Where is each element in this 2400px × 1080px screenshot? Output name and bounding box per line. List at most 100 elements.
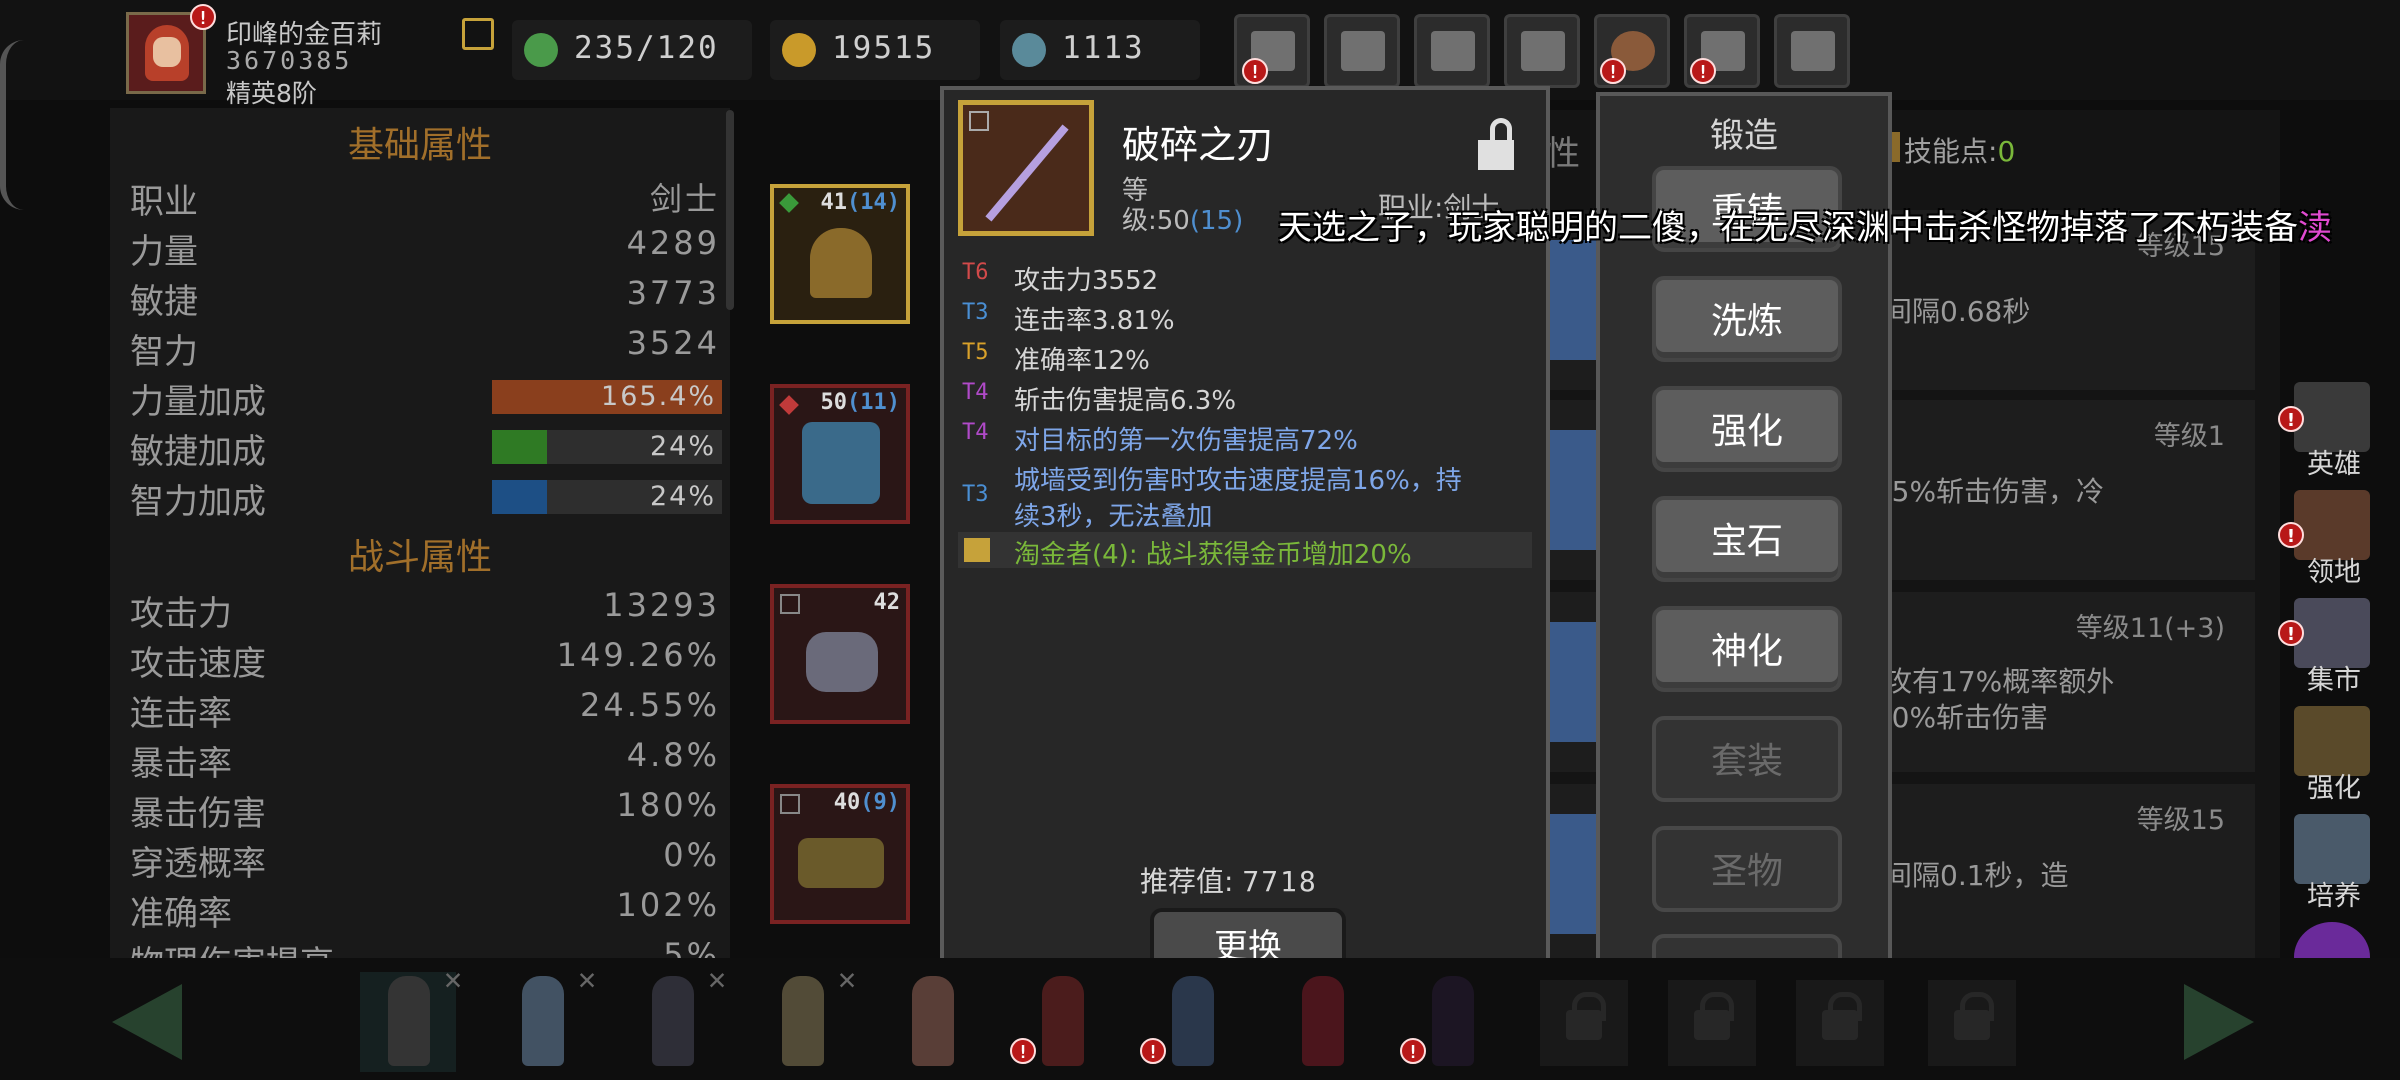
attr-label: 连击率	[130, 694, 232, 734]
stat-text: 城墙受到伤害时攻击速度提高16%，持	[1014, 466, 1462, 496]
attr-label: 穿透概率	[130, 844, 266, 884]
attr-row: 物理伤害提高 5%	[130, 936, 720, 960]
hero-portrait[interactable]	[884, 972, 980, 1072]
lightning-icon	[524, 33, 558, 67]
combat-attributes-title: 战斗属性	[347, 537, 492, 578]
attr-value: 3524	[626, 324, 720, 362]
bonus-label: 智力加成	[130, 482, 266, 522]
attribute-panel: 基础属性 职业 剑士 力量 4289 敏捷 3773 智力 3524 力量加成 …	[110, 108, 730, 960]
locked-hero-slot[interactable]	[1540, 980, 1628, 1066]
attr-label: 攻击力	[130, 594, 232, 634]
remove-hero-icon[interactable]: ✕	[578, 962, 596, 997]
slot-level: 42	[873, 590, 901, 615]
stat-text: 攻击力3552	[1014, 266, 1159, 296]
nav-hero[interactable]: 英雄 !	[2278, 378, 2386, 482]
boots-slot[interactable]: 40(9)	[770, 784, 910, 924]
attr-value: 180%	[616, 786, 720, 824]
mail-button[interactable]	[1324, 14, 1400, 88]
hero-portrait[interactable]: ✕	[624, 962, 726, 1072]
skill-level: 等级1	[2153, 421, 2225, 452]
next-page-arrow-icon[interactable]	[2184, 984, 2254, 1060]
locked-hero-slot[interactable]	[1796, 980, 1884, 1066]
bonus-value: 24%	[649, 431, 716, 462]
gem-icon	[1012, 33, 1046, 67]
attr-value: 3773	[626, 274, 720, 312]
bonus-row: 敏捷加成 24%	[130, 424, 722, 472]
nav-market[interactable]: 集市 !	[2278, 594, 2386, 698]
item-icon-frame	[958, 100, 1094, 236]
book-icon	[964, 538, 990, 562]
attr-value: 5%	[663, 936, 720, 960]
hero-alert-badge: !	[1400, 1038, 1426, 1064]
stat-text: 准确率12%	[1014, 346, 1150, 376]
stat-tier: T3	[962, 300, 989, 325]
bonus-bar: 24%	[492, 430, 722, 464]
bonus-bar-fill	[492, 430, 548, 464]
attr-value: 24.55%	[579, 686, 720, 724]
avatar-alert-badge: !	[190, 4, 216, 30]
bonus-bar: 24%	[492, 480, 722, 514]
armor-slot[interactable]: 50(11)	[770, 384, 910, 524]
attr-value: 13293	[603, 586, 720, 624]
remove-hero-icon[interactable]: ✕	[838, 962, 856, 997]
skills-tab[interactable]: 性	[1546, 126, 1580, 175]
bonus-label: 敏捷加成	[130, 432, 266, 472]
settings-button[interactable]	[1504, 14, 1580, 88]
attr-label: 智力	[130, 332, 198, 372]
remove-hero-icon[interactable]: ✕	[444, 962, 462, 997]
hero-portrait[interactable]: ✕	[360, 962, 462, 1072]
stat-text: 对目标的第一次伤害提高72%	[1014, 426, 1358, 456]
nav-enhance[interactable]: 强化	[2282, 702, 2386, 806]
bonus-value: 24%	[649, 481, 716, 512]
gamepad-icon	[1431, 31, 1475, 71]
nav-train[interactable]: 培养	[2282, 810, 2386, 914]
boots-icon	[798, 838, 884, 888]
gamepad-button[interactable]	[1414, 14, 1490, 88]
hero-portrait[interactable]	[1274, 972, 1370, 1072]
gem-button[interactable]: 宝石	[1652, 496, 1842, 582]
nav-alert-badge: !	[2278, 522, 2304, 548]
slot-level: 50(11)	[820, 390, 900, 415]
bonus-bar: 165.4%	[492, 380, 722, 414]
remove-hero-icon[interactable]: ✕	[708, 962, 726, 997]
unlock-icon[interactable]	[1476, 116, 1516, 172]
gold-box: 19515	[770, 20, 980, 80]
hero-portrait[interactable]: ✕	[494, 962, 596, 1072]
hero-bar: ✕ ✕ ✕ ✕ ! ! !	[0, 958, 2400, 1080]
spear-icon	[985, 124, 1069, 222]
attr-row: 力量 4289	[130, 224, 720, 272]
attr-label: 准确率	[130, 894, 232, 934]
skill-level: 等级15	[2136, 805, 2225, 836]
attribute-scrollbar[interactable]	[726, 110, 734, 310]
attr-value: 剑士	[649, 180, 720, 218]
stat-tier: T4	[962, 420, 989, 445]
nav-territory[interactable]: 领地 !	[2278, 486, 2386, 590]
battle-button[interactable]	[1774, 14, 1850, 88]
fireworks-alert-badge: !	[1690, 58, 1716, 84]
hero-portrait[interactable]: ✕	[754, 962, 856, 1072]
refine-button[interactable]: 洗炼	[1652, 276, 1842, 362]
set-button[interactable]: 套装	[1652, 716, 1842, 802]
locked-hero-slot[interactable]	[1928, 980, 2016, 1066]
relic-button[interactable]: 圣物	[1652, 826, 1842, 912]
gem-socket-icon	[779, 395, 799, 415]
enhance-button[interactable]: 强化	[1652, 386, 1842, 472]
armor-icon	[802, 422, 880, 504]
broadcast-highlight: 渎	[2298, 208, 2332, 248]
gloves-slot[interactable]: 42	[770, 584, 910, 724]
lock-badge-icon	[780, 594, 800, 614]
nav-alert-badge: !	[2278, 620, 2304, 646]
deify-button[interactable]: 神化	[1652, 606, 1842, 692]
locked-hero-slot[interactable]	[1668, 980, 1756, 1066]
bonus-row: 智力加成 24%	[130, 474, 722, 522]
stat-tier: T3	[962, 482, 989, 507]
helmet-slot[interactable]: 41(14)	[770, 184, 910, 324]
nav-label: 培养	[2307, 881, 2361, 912]
nav-label: 集市	[2307, 665, 2361, 696]
edit-name-icon[interactable]	[462, 18, 494, 50]
attr-row: 连击率 24.55%	[130, 686, 720, 734]
forge-title: 锻造	[1710, 116, 1778, 156]
gloves-icon	[806, 632, 878, 692]
stat-tier: T4	[962, 380, 989, 405]
prev-page-arrow-icon[interactable]	[112, 984, 182, 1060]
